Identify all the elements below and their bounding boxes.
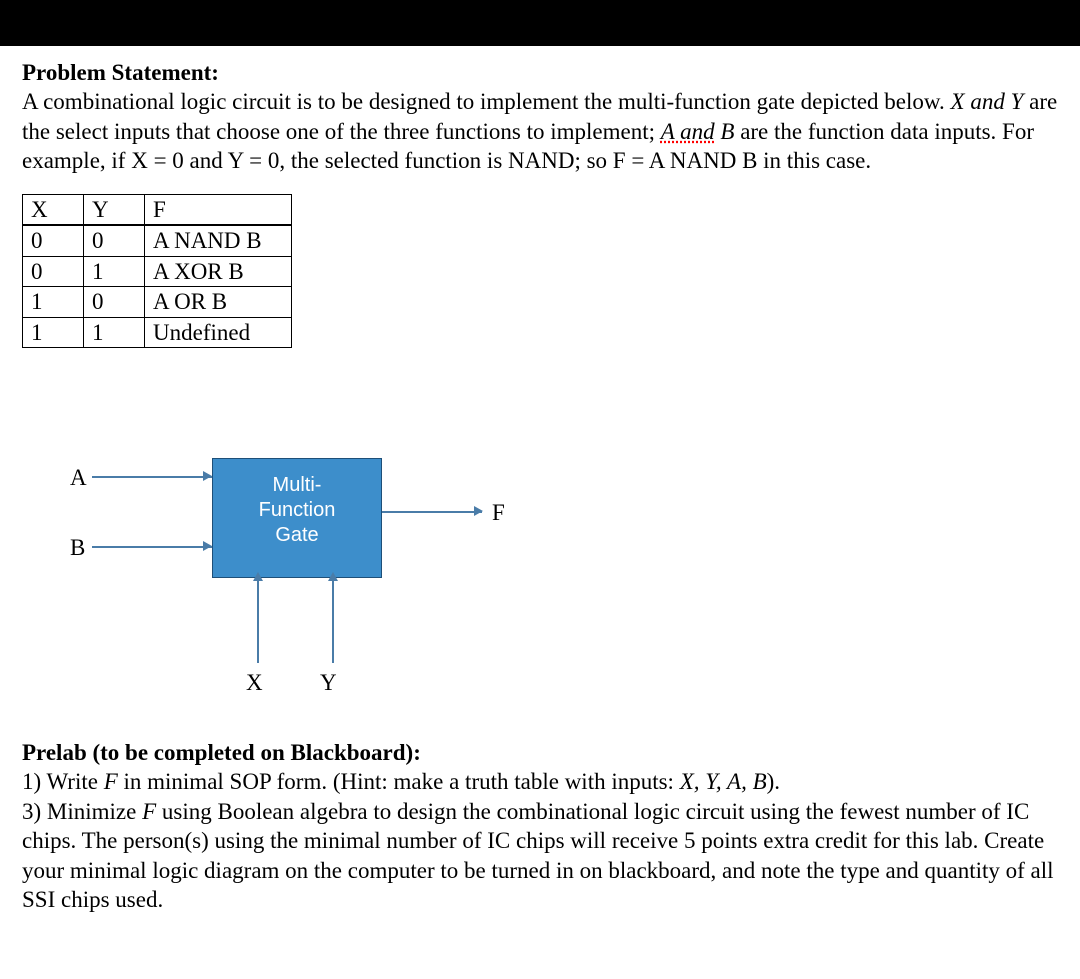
table-row: 1 1 Undefined <box>23 317 292 347</box>
th-y: Y <box>84 194 145 225</box>
multi-function-gate-box: Multi- Function Gate <box>212 458 382 578</box>
prelab-2b: using Boolean algebra to design the comb… <box>22 799 1054 912</box>
function-table: X Y F 0 0 A NAND B 0 1 A XOR B 1 0 A OR … <box>22 194 292 348</box>
wire-b <box>92 546 212 548</box>
prelab-section: Prelab (to be completed on Blackboard): … <box>22 738 1058 915</box>
a-and-underlined: A and <box>661 119 715 144</box>
document-page: Problem Statement: A combinational logic… <box>0 0 1080 979</box>
wire-f <box>382 511 482 513</box>
problem-statement-heading: Problem Statement: <box>22 58 1058 87</box>
cell: A XOR B <box>145 256 292 286</box>
prelab-1-F: F <box>104 769 118 794</box>
cell: A NAND B <box>145 225 292 256</box>
prelab-2-F: F <box>142 799 156 824</box>
gate-text-1: Multi- <box>273 474 322 496</box>
gate-diagram: A B Multi- Function Gate F X Y <box>42 408 602 708</box>
select-y-label: Y <box>320 668 337 697</box>
cell: A OR B <box>145 287 292 317</box>
xy-italic: X and Y <box>951 89 1024 114</box>
gate-text-2: Function <box>259 499 336 521</box>
arrow-icon <box>253 572 263 581</box>
input-b-label: B <box>70 533 85 562</box>
table-row: 0 1 A XOR B <box>23 256 292 286</box>
cell: 0 <box>84 225 145 256</box>
arrow-icon <box>203 471 212 481</box>
arrow-icon <box>203 541 212 551</box>
content-area: Problem Statement: A combinational logic… <box>0 46 1080 935</box>
table-row: 1 0 A OR B <box>23 287 292 317</box>
cell: 1 <box>84 256 145 286</box>
cell: 0 <box>23 256 84 286</box>
cell: 1 <box>23 317 84 347</box>
para-text-1: A combinational logic circuit is to be d… <box>22 89 951 114</box>
table-row: 0 0 A NAND B <box>23 225 292 256</box>
arrow-icon <box>328 572 338 581</box>
problem-paragraph: A combinational logic circuit is to be d… <box>22 87 1058 175</box>
input-a-label: A <box>70 463 87 492</box>
wire-y <box>332 578 334 663</box>
prelab-1a: 1) Write <box>22 769 104 794</box>
th-x: X <box>23 194 84 225</box>
cell: 1 <box>23 287 84 317</box>
prelab-1c: ). <box>767 769 780 794</box>
select-x-label: X <box>246 668 263 697</box>
th-f: F <box>145 194 292 225</box>
wire-a <box>92 476 212 478</box>
cell: 0 <box>23 225 84 256</box>
b-italic: B <box>720 119 734 144</box>
gate-text-3: Gate <box>275 524 318 546</box>
arrow-icon <box>474 506 483 516</box>
table-header-row: X Y F <box>23 194 292 225</box>
output-f-label: F <box>492 498 505 527</box>
cell: 0 <box>84 287 145 317</box>
prelab-2a: 3) Minimize <box>22 799 142 824</box>
prelab-1-inputs: X, Y, A, B <box>680 769 767 794</box>
black-top-bar <box>0 0 1080 46</box>
cell: Undefined <box>145 317 292 347</box>
prelab-1b: in minimal SOP form. (Hint: make a truth… <box>118 769 680 794</box>
prelab-heading: Prelab (to be completed on Blackboard): <box>22 740 421 765</box>
cell: 1 <box>84 317 145 347</box>
wire-x <box>257 578 259 663</box>
